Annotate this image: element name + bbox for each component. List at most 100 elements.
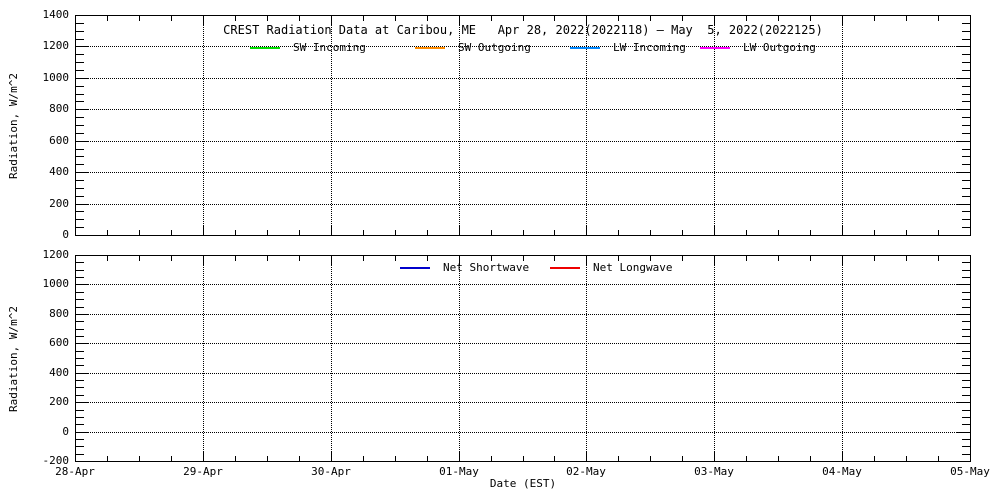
y-minor-tick xyxy=(76,365,84,366)
y-minor-tick xyxy=(962,365,970,366)
x-gridline xyxy=(714,255,715,462)
x-minor-tick xyxy=(778,456,779,461)
y-minor-tick xyxy=(962,117,970,118)
x-minor-tick xyxy=(682,16,683,21)
x-major-tick xyxy=(459,452,460,461)
y-major-tick xyxy=(957,46,970,47)
y-tick-label: 1200 xyxy=(0,249,69,261)
x-major-tick xyxy=(459,16,460,25)
x-minor-tick xyxy=(427,230,428,235)
y-minor-tick xyxy=(962,299,970,300)
plot-border-bottom xyxy=(75,255,971,462)
x-minor-tick xyxy=(395,230,396,235)
y-major-tick xyxy=(76,78,89,79)
y-minor-tick xyxy=(76,380,84,381)
y-minor-tick xyxy=(962,307,970,308)
y-tick-label: 600 xyxy=(0,135,69,147)
y-tick-label: 1400 xyxy=(0,9,69,21)
y-minor-tick xyxy=(76,439,84,440)
y-minor-tick xyxy=(76,219,84,220)
x-minor-tick xyxy=(874,256,875,261)
x-minor-tick xyxy=(267,16,268,21)
lw-outgoing-legend-line xyxy=(700,47,730,49)
x-major-tick xyxy=(203,16,204,25)
x-minor-tick xyxy=(778,16,779,21)
y-minor-tick xyxy=(76,454,84,455)
y-minor-tick xyxy=(962,31,970,32)
y-tick-label: 1000 xyxy=(0,278,69,290)
x-minor-tick xyxy=(810,256,811,261)
x-gridline xyxy=(203,15,204,236)
x-minor-tick xyxy=(235,230,236,235)
y-minor-tick xyxy=(76,329,84,330)
y-minor-tick xyxy=(962,180,970,181)
radiation-chart-figure: CREST Radiation Data at Caribou, ME Apr … xyxy=(0,0,1000,500)
y-minor-tick xyxy=(962,86,970,87)
y-tick-label: 400 xyxy=(0,367,69,379)
x-minor-tick xyxy=(395,256,396,261)
x-minor-tick xyxy=(650,16,651,21)
x-minor-tick xyxy=(746,16,747,21)
y-minor-tick xyxy=(76,54,84,55)
y-major-tick xyxy=(76,343,89,344)
y-minor-tick xyxy=(962,262,970,263)
y-minor-tick xyxy=(76,336,84,337)
x-gridline xyxy=(842,15,843,236)
x-minor-tick xyxy=(427,16,428,21)
y-minor-tick xyxy=(76,86,84,87)
x-minor-tick xyxy=(491,456,492,461)
y-minor-tick xyxy=(962,387,970,388)
y-major-tick xyxy=(957,343,970,344)
x-minor-tick xyxy=(395,456,396,461)
y-minor-tick xyxy=(962,196,970,197)
sw-incoming-legend-line xyxy=(250,47,280,49)
x-minor-tick xyxy=(107,230,108,235)
y-minor-tick xyxy=(76,180,84,181)
y-minor-tick xyxy=(962,321,970,322)
y-tick-label: 0 xyxy=(0,229,69,241)
y-tick-label: 800 xyxy=(0,103,69,115)
x-major-tick xyxy=(586,452,587,461)
y-major-tick xyxy=(76,141,89,142)
x-minor-tick xyxy=(139,230,140,235)
y-major-tick xyxy=(76,109,89,110)
x-minor-tick xyxy=(107,16,108,21)
y-minor-tick xyxy=(76,358,84,359)
y-minor-tick xyxy=(76,117,84,118)
y-minor-tick xyxy=(962,23,970,24)
y-minor-tick xyxy=(76,307,84,308)
y-minor-tick xyxy=(76,395,84,396)
x-minor-tick xyxy=(299,230,300,235)
y-gridline xyxy=(75,284,971,285)
x-minor-tick xyxy=(938,256,939,261)
y-tick-label: 800 xyxy=(0,308,69,320)
y-minor-tick xyxy=(962,358,970,359)
x-minor-tick xyxy=(139,16,140,21)
x-major-tick xyxy=(586,256,587,265)
y-major-tick xyxy=(957,78,970,79)
x-major-tick xyxy=(586,16,587,25)
x-minor-tick xyxy=(938,456,939,461)
sw-outgoing-legend-line xyxy=(415,47,445,49)
x-minor-tick xyxy=(363,16,364,21)
y-minor-tick xyxy=(962,439,970,440)
x-major-tick xyxy=(714,452,715,461)
y-gridline xyxy=(75,314,971,315)
y-tick-label: 1000 xyxy=(0,72,69,84)
x-minor-tick xyxy=(906,16,907,21)
y-tick-label: 1200 xyxy=(0,40,69,52)
x-gridline xyxy=(842,255,843,462)
y-minor-tick xyxy=(76,133,84,134)
y-major-tick xyxy=(957,314,970,315)
x-minor-tick xyxy=(235,256,236,261)
y-major-tick xyxy=(957,141,970,142)
x-minor-tick xyxy=(906,230,907,235)
y-minor-tick xyxy=(962,188,970,189)
y-minor-tick xyxy=(962,410,970,411)
y-minor-tick xyxy=(962,329,970,330)
x-minor-tick xyxy=(874,16,875,21)
x-minor-tick xyxy=(267,256,268,261)
x-minor-tick xyxy=(650,456,651,461)
x-minor-tick xyxy=(554,230,555,235)
lw-incoming-legend-label: LW Incoming xyxy=(613,41,686,55)
